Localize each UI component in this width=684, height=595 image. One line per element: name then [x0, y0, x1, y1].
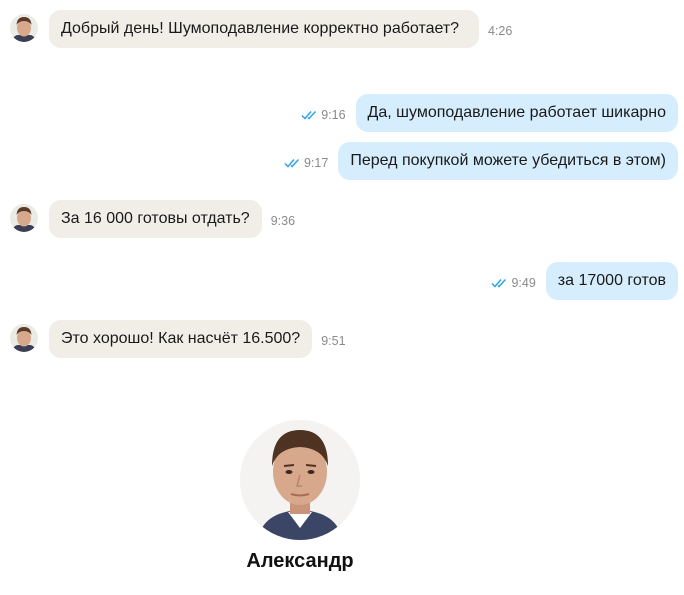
message-incoming: Добрый день! Шумоподавление корректно ра…	[10, 10, 512, 48]
message-meta: 9:49	[491, 276, 536, 290]
message-outgoing: 9:16 Да, шумоподавление работает шикарно	[301, 94, 678, 132]
message-text: За 16 000 готовы отдать?	[61, 210, 250, 227]
message-time: 9:51	[321, 334, 346, 348]
message-text: Это хорошо! Как насчёт 16.500?	[61, 330, 301, 347]
message-bubble[interactable]: за 17000 готов	[545, 262, 678, 300]
contact-name[interactable]: Александр	[246, 550, 353, 573]
chat-thread: Добрый день! Шумоподавление корректно ра…	[0, 0, 684, 400]
message-time: 9:36	[270, 214, 296, 228]
message-meta: 9:16	[301, 108, 346, 122]
message-time: 9:17	[303, 156, 329, 170]
message-time: 4:26	[488, 24, 513, 38]
sender-avatar[interactable]	[10, 14, 38, 42]
message-outgoing: 9:49 за 17000 готов	[491, 262, 678, 300]
contact-avatar[interactable]	[240, 420, 360, 540]
double-check-icon	[301, 110, 317, 120]
message-outgoing: 9:17 Перед покупкой можете убедиться в э…	[284, 142, 678, 180]
message-incoming: Это хорошо! Как насчёт 16.500? 9:51	[10, 320, 346, 358]
message-time: 9:49	[511, 276, 536, 290]
message-bubble[interactable]: Добрый день! Шумоподавление корректно ра…	[49, 10, 479, 48]
contact-profile: Александр	[0, 420, 600, 573]
double-check-icon	[284, 158, 300, 168]
message-bubble[interactable]: Это хорошо! Как насчёт 16.500?	[49, 320, 313, 358]
message-text: Добрый день! Шумоподавление корректно ра…	[61, 20, 460, 37]
message-bubble[interactable]: Да, шумоподавление работает шикарно	[355, 94, 678, 132]
sender-avatar[interactable]	[10, 324, 38, 352]
message-time: 9:16	[321, 108, 346, 122]
double-check-icon	[491, 278, 507, 288]
message-text: Перед покупкой можете убедиться в этом)	[350, 152, 666, 169]
message-meta: 9:17	[284, 156, 328, 170]
message-bubble[interactable]: За 16 000 готовы отдать?	[49, 200, 262, 238]
message-text: Да, шумоподавление работает шикарно	[367, 104, 666, 121]
message-incoming: За 16 000 готовы отдать? 9:36	[10, 200, 295, 238]
sender-avatar[interactable]	[10, 204, 38, 232]
message-text: за 17000 готов	[557, 272, 666, 289]
message-bubble[interactable]: Перед покупкой можете убедиться в этом)	[338, 142, 678, 180]
